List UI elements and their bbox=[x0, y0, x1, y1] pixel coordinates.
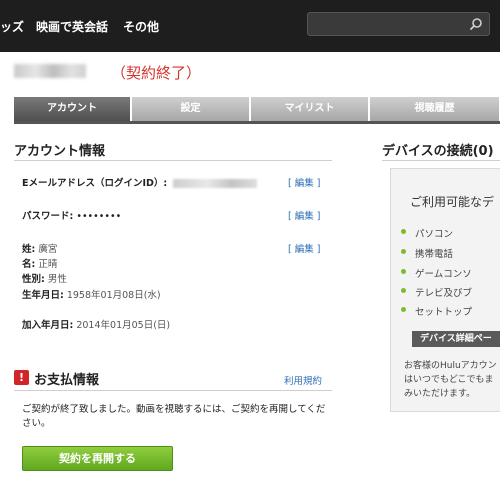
last-name-value: 廣宮 bbox=[38, 244, 58, 255]
device-item: パソコン bbox=[401, 226, 453, 240]
resume-contract-button[interactable]: 契約を再開する bbox=[22, 446, 173, 471]
device-item: セットトップ bbox=[401, 304, 472, 318]
nav-item-other[interactable]: その他 bbox=[123, 18, 159, 35]
account-tabs: アカウント 設定 マイリスト 視聴履歴 bbox=[14, 97, 500, 121]
tab-history[interactable]: 視聴履歴 bbox=[370, 97, 500, 121]
search-icon[interactable] bbox=[469, 17, 483, 31]
gender-value: 男性 bbox=[47, 274, 67, 285]
joined-value: 2014年01月05日(日) bbox=[76, 320, 171, 331]
first-name-label: 名: bbox=[22, 259, 36, 270]
tab-account[interactable]: アカウント bbox=[14, 97, 131, 121]
last-name-row: 姓: 廣宮 bbox=[22, 241, 57, 255]
first-name-row: 名: 正晴 bbox=[22, 256, 57, 270]
divider bbox=[382, 160, 500, 161]
bullet-icon bbox=[401, 307, 406, 312]
email-value-redacted bbox=[173, 179, 258, 188]
password-label: パスワード: bbox=[22, 211, 74, 222]
birthday-label: 生年月日: bbox=[22, 290, 64, 301]
tab-mylist[interactable]: マイリスト bbox=[251, 97, 369, 121]
bullet-icon bbox=[401, 229, 406, 234]
gender-row: 性別: 男性 bbox=[22, 271, 67, 285]
device-item: 携帯電話 bbox=[401, 246, 453, 260]
bullet-icon bbox=[401, 288, 406, 293]
search-input[interactable] bbox=[314, 16, 464, 32]
last-name-label: 姓: bbox=[22, 244, 36, 255]
search-box bbox=[307, 12, 490, 36]
divider bbox=[14, 390, 332, 391]
password-row: パスワード: •••••••• bbox=[22, 208, 121, 222]
available-devices-heading: ご利用可能なデ bbox=[410, 195, 495, 209]
edit-password-link[interactable]: [ 編集 ] bbox=[288, 208, 320, 222]
joined-row: 加入年月日: 2014年01月05日(日) bbox=[22, 317, 170, 331]
joined-label: 加入年月日: bbox=[22, 320, 74, 331]
alert-icon: ! bbox=[14, 370, 29, 385]
device-item: テレビ及びブ bbox=[401, 285, 472, 299]
nav-item-english-movies[interactable]: 映画で英会話 bbox=[36, 18, 108, 35]
device-item: ゲームコンソ bbox=[401, 266, 472, 280]
contract-status: （契約終了） bbox=[111, 64, 202, 82]
terms-link[interactable]: 利用規約 bbox=[284, 373, 322, 387]
device-note: お客様のHuluアカウン はいつでもどこでもま みいただけます。 bbox=[404, 361, 497, 399]
first-name-value: 正晴 bbox=[38, 259, 58, 270]
payment-message: ご契約が終了致しました。動画を視聴するには、ご契約を再開してください。 bbox=[22, 404, 326, 429]
divider bbox=[14, 160, 332, 161]
device-panel: ご利用可能なデ パソコン 携帯電話 ゲームコンソ テレビ及びブ セットトップ デ… bbox=[390, 168, 500, 412]
top-navigation-bar: ッズ 映画で英会話 その他 bbox=[0, 0, 500, 52]
email-row: Eメールアドレス（ログインID）: bbox=[22, 175, 258, 189]
device-connections-title: デバイスの接続(0) bbox=[382, 144, 494, 159]
email-label: Eメールアドレス（ログインID）: bbox=[22, 178, 168, 189]
gender-label: 性別: bbox=[22, 274, 45, 285]
edit-profile-link[interactable]: [ 編集 ] bbox=[288, 241, 320, 255]
birthday-row: 生年月日: 1958年01月08日(水) bbox=[22, 287, 161, 301]
tab-divider bbox=[14, 121, 500, 124]
user-name-redacted bbox=[14, 64, 86, 78]
password-value: •••••••• bbox=[76, 211, 122, 222]
birthday-value: 1958年01月08日(水) bbox=[66, 290, 161, 301]
bullet-icon bbox=[401, 249, 406, 254]
nav-item-kids[interactable]: ッズ bbox=[0, 18, 24, 35]
payment-info-title: お支払情報 bbox=[34, 373, 100, 388]
edit-email-link[interactable]: [ 編集 ] bbox=[288, 175, 320, 189]
bullet-icon bbox=[401, 269, 406, 274]
account-info-title: アカウント情報 bbox=[14, 144, 106, 159]
device-details-button[interactable]: デバイス詳細ペー bbox=[412, 331, 500, 347]
tab-settings[interactable]: 設定 bbox=[132, 97, 250, 121]
